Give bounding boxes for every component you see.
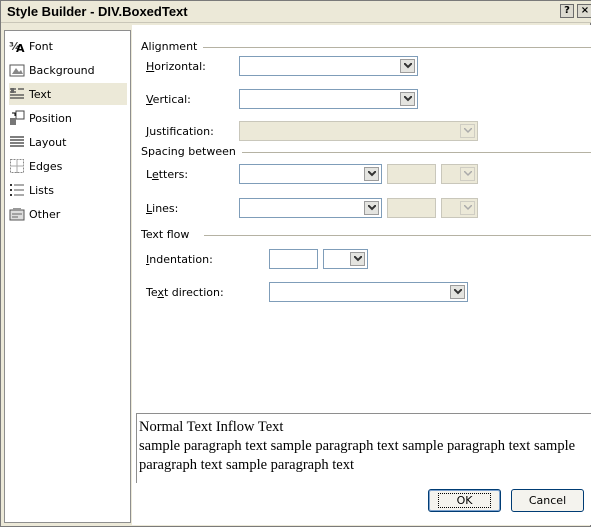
text-icon <box>9 86 25 102</box>
cancel-button[interactable]: Cancel <box>511 489 584 512</box>
sidebar-item-label: Position <box>29 111 72 125</box>
chevron-down-icon[interactable] <box>350 252 365 266</box>
indentation-unit-select[interactable] <box>323 249 368 269</box>
textflow-section-header: Text flow <box>141 228 196 241</box>
sidebar-item-layout[interactable]: Layout <box>9 131 127 153</box>
svg-text:A: A <box>16 42 25 54</box>
preview-line-normal-text: Normal Text Inflow Text <box>139 419 284 435</box>
chevron-down-icon[interactable] <box>400 92 415 106</box>
letters-label: Letters: <box>146 168 189 181</box>
lines-unit-select[interactable] <box>441 198 478 218</box>
vertical-select[interactable] <box>239 89 418 109</box>
chevron-down-icon[interactable] <box>364 167 379 181</box>
sidebar-item-label: Font <box>29 39 53 53</box>
sidebar-item-label: Text <box>29 87 52 101</box>
justification-select[interactable] <box>239 121 478 141</box>
horizontal-label: Horizontal: <box>146 60 206 73</box>
help-button[interactable]: ? <box>560 4 574 18</box>
justification-label: Justification: <box>146 125 214 138</box>
preview-sample-paragraph: sample paragraph text sample paragraph t… <box>139 438 576 473</box>
indentation-field[interactable] <box>269 249 318 269</box>
alignment-section-header: Alignment <box>141 40 204 53</box>
sidebar-item-background[interactable]: Background <box>9 59 127 81</box>
text-direction-label: Text direction: <box>146 286 224 299</box>
font-icon: ¾A <box>9 38 25 55</box>
letters-unit-select[interactable] <box>441 164 478 184</box>
background-icon <box>9 62 25 78</box>
sidebar-item-font[interactable]: ¾A Font <box>9 35 127 57</box>
layout-icon <box>9 134 25 150</box>
preview-pane: Normal Text Inflow Text sample paragraph… <box>136 413 591 483</box>
category-list: ¾A Font Background Text Position Layout … <box>4 30 131 523</box>
lines-label: Lines: <box>146 202 179 215</box>
chevron-down-icon <box>460 201 475 215</box>
sidebar-item-other[interactable]: Other <box>9 203 127 225</box>
vertical-label: Vertical: <box>146 93 191 106</box>
close-button[interactable]: × <box>577 4 591 18</box>
position-icon <box>9 110 25 126</box>
sidebar-item-text[interactable]: Text <box>9 83 127 105</box>
sidebar-item-label: Lists <box>29 183 54 197</box>
sidebar-item-label: Layout <box>29 135 67 149</box>
indentation-label: Indentation: <box>146 253 213 266</box>
dialog-title: Style Builder - DIV.BoxedText <box>7 4 188 19</box>
letters-amount-field[interactable] <box>387 164 436 184</box>
title-bar: Style Builder - DIV.BoxedText ? × <box>1 1 591 23</box>
edges-icon <box>9 158 25 174</box>
horizontal-select[interactable] <box>239 56 418 76</box>
sidebar-item-label: Other <box>29 207 61 221</box>
lines-amount-field[interactable] <box>387 198 436 218</box>
sidebar-item-position[interactable]: Position <box>9 107 127 129</box>
letters-select[interactable] <box>239 164 382 184</box>
sidebar-item-label: Background <box>29 63 95 77</box>
lines-select[interactable] <box>239 198 382 218</box>
chevron-down-icon[interactable] <box>364 201 379 215</box>
chevron-down-icon <box>460 124 475 138</box>
chevron-down-icon[interactable] <box>400 59 415 73</box>
sidebar-item-label: Edges <box>29 159 63 173</box>
sidebar-item-lists[interactable]: Lists <box>9 179 127 201</box>
sidebar-item-edges[interactable]: Edges <box>9 155 127 177</box>
spacing-section-header: Spacing between <box>141 145 242 158</box>
style-builder-dialog: Style Builder - DIV.BoxedText ? × ¾A Fon… <box>0 0 591 527</box>
other-icon <box>9 206 25 222</box>
text-direction-select[interactable] <box>269 282 468 302</box>
chevron-down-icon <box>460 167 475 181</box>
lists-icon <box>9 182 25 198</box>
ok-button[interactable]: OK <box>428 489 501 512</box>
chevron-down-icon[interactable] <box>450 285 465 299</box>
